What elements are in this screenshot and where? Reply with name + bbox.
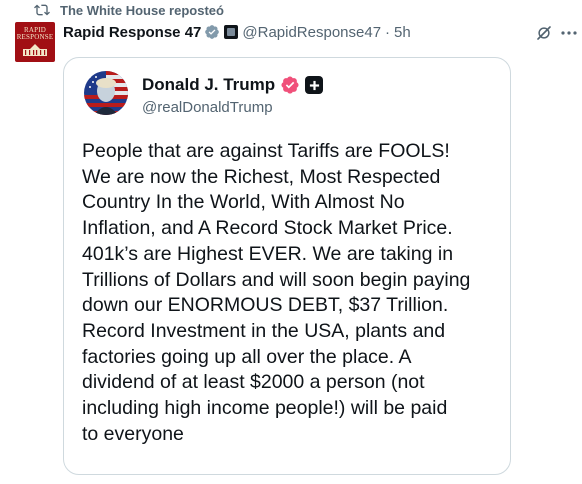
quoted-author-name[interactable]: Donald J. Trump [142, 75, 275, 95]
author-name[interactable]: Rapid Response 47 [63, 24, 201, 41]
white-house-icon [23, 44, 47, 56]
verified-badge-icon [205, 25, 220, 39]
repost-icon [34, 4, 50, 16]
quoted-author-handle[interactable]: @realDonaldTrump [142, 99, 273, 116]
quoted-author-row: Donald J. Trump [142, 74, 324, 96]
trump-avatar-icon [84, 71, 128, 115]
quoted-post[interactable]: Donald J. Trump @realDonaldTrump People … [63, 57, 511, 475]
repost-indicator[interactable]: The White House reposteó [34, 0, 224, 20]
grok-icon[interactable] [535, 24, 553, 42]
affiliate-badge-icon [224, 25, 239, 39]
quoted-post-text: People that are against Tariffs are FOOL… [82, 140, 471, 445]
post-header: Rapid Response 47 @RapidResponse47 · 5h [63, 22, 411, 42]
repost-text: The White House reposteó [60, 2, 224, 18]
separator-dot: · [385, 23, 391, 41]
avatar-text-line2: RESPONSE [16, 33, 54, 41]
author-avatar[interactable]: RAPID RESPONSE [15, 22, 55, 62]
more-options-icon[interactable] [560, 27, 578, 39]
verified-badge-icon [281, 76, 299, 94]
quoted-author-avatar[interactable] [84, 71, 128, 115]
author-handle[interactable]: @RapidResponse47 [242, 24, 381, 41]
post-time[interactable]: 5h [394, 24, 411, 41]
plus-badge-icon [305, 76, 324, 94]
